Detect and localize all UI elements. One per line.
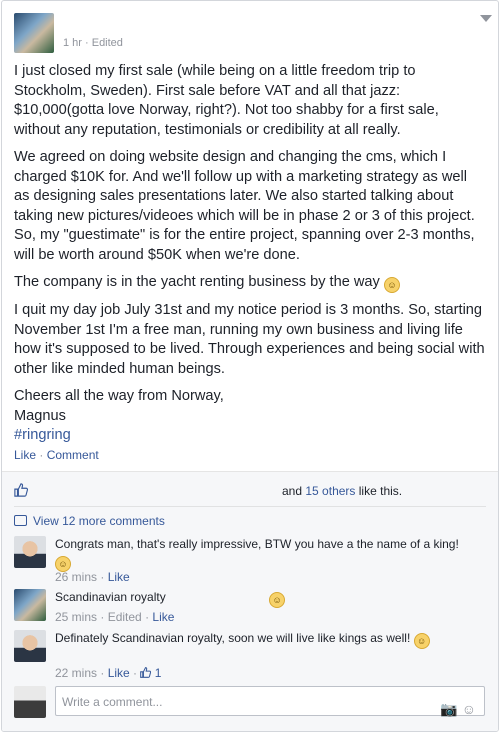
- comment-time[interactable]: 25 mins: [55, 610, 97, 624]
- comment-like-count[interactable]: 1: [155, 666, 162, 680]
- post-paragraph: I just closed my first sale (while being…: [14, 63, 439, 138]
- comment-input[interactable]: Write a comment... 📷 ☺: [55, 686, 485, 717]
- comment-time[interactable]: 22 mins: [55, 666, 97, 680]
- author-avatar[interactable]: [14, 13, 54, 53]
- signoff-name: Magnus: [14, 407, 66, 424]
- emoji-icon[interactable]: ☺: [462, 701, 476, 717]
- post-actions: Like · Comment: [14, 448, 99, 462]
- comment-time[interactable]: 26 mins: [55, 570, 97, 584]
- camera-icon[interactable]: 📷: [440, 701, 457, 717]
- thumbs-up-icon: [14, 483, 28, 497]
- like-button[interactable]: Like: [14, 448, 36, 462]
- thumbs-up-icon: [140, 667, 152, 678]
- likers-link[interactable]: 15 others: [305, 484, 355, 498]
- likes-text: and 15 others like this.: [282, 484, 403, 498]
- comment-like-button[interactable]: Like: [108, 570, 130, 584]
- feedback-section: and 15 others like this. View 12 more co…: [2, 472, 498, 731]
- comment-like-button[interactable]: Like: [108, 666, 130, 680]
- view-more-comments-link[interactable]: View 12 more comments: [14, 514, 165, 528]
- post-signoff: Cheers all the way from Norway, Magnus #…: [14, 387, 486, 446]
- smiley-icon: ☺: [413, 633, 430, 649]
- edited-label[interactable]: Edited: [108, 610, 142, 624]
- comment-meta: 26 mins · Like: [55, 570, 130, 584]
- comment-meta: 22 mins · Like · 1: [55, 666, 162, 680]
- smiley-icon: ☺: [383, 277, 400, 293]
- post-paragraph: I quit my day job July 31st and my notic…: [14, 302, 485, 377]
- comment-item: Congrats man, that's really impressive, …: [14, 536, 486, 584]
- commenter-avatar[interactable]: [14, 536, 46, 568]
- commenter-avatar[interactable]: [14, 630, 46, 662]
- post-timestamp[interactable]: 1 hr · Edited: [63, 37, 123, 49]
- comment-text: Congrats man, that's really impressive, …: [55, 536, 475, 572]
- comment-composer: Write a comment... 📷 ☺: [14, 684, 486, 718]
- comment-like-button[interactable]: Like: [152, 610, 174, 624]
- comment-bubble-icon: [14, 515, 27, 526]
- comment-meta: 25 mins · Edited · Like: [55, 610, 175, 624]
- comment-item: Scandinavian royalty ☺ 25 mins · Edited …: [14, 589, 486, 625]
- post-paragraph: The company is in the yacht renting busi…: [14, 273, 486, 293]
- comment-button[interactable]: Comment: [47, 448, 99, 462]
- divider: [14, 506, 486, 507]
- signoff-line: Cheers all the way from Norway,: [14, 388, 224, 404]
- likes-summary: and 15 others like this.: [14, 481, 486, 501]
- comment-text: Definately Scandinavian royalty, soon we…: [55, 630, 475, 649]
- separator-dot: ·: [39, 448, 44, 462]
- comment-text: Scandinavian royalty ☺: [55, 589, 475, 608]
- post-card: 1 hr · Edited I just closed my first sal…: [1, 0, 499, 732]
- chevron-down-icon[interactable]: [480, 15, 492, 22]
- post-body: I just closed my first sale (while being…: [14, 62, 486, 446]
- hashtag-link[interactable]: #ringring: [14, 427, 71, 443]
- commenter-avatar[interactable]: [14, 589, 46, 621]
- post-paragraph: We agreed on doing website design and ch…: [14, 149, 475, 263]
- post-header: 1 hr · Edited: [14, 13, 123, 57]
- current-user-avatar: [14, 686, 46, 718]
- smiley-icon: ☺: [269, 592, 286, 608]
- comment-item: Definately Scandinavian royalty, soon we…: [14, 630, 486, 680]
